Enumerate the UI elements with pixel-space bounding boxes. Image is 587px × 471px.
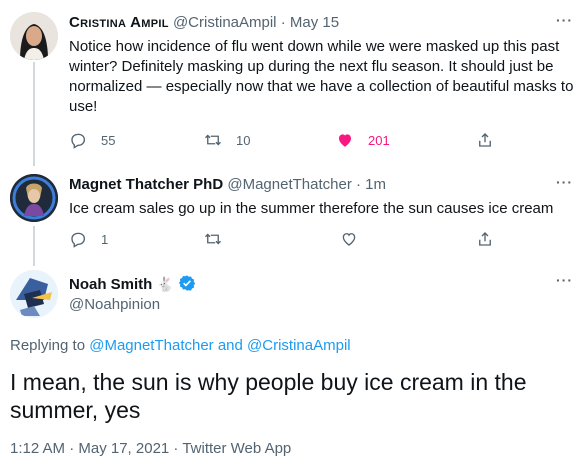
share-icon	[479, 232, 491, 246]
tweet-actions: 1	[69, 228, 509, 250]
retweet-icon	[205, 233, 221, 245]
main-tweet-text: I mean, the sun is why people buy ice cr…	[10, 369, 527, 423]
more-icon[interactable]: ···	[556, 174, 573, 190]
more-icon[interactable]: ···	[556, 12, 573, 28]
reply-button[interactable]: 55	[69, 129, 115, 151]
like-button[interactable]	[340, 228, 358, 250]
retweet-count: 10	[236, 132, 251, 148]
tweet-cristina[interactable]: Cristina Ampil @CristinaAmpil · May 15 ·…	[0, 0, 587, 166]
display-name[interactable]: Cristina Ampil	[69, 14, 169, 31]
reply-count: 55	[101, 132, 116, 148]
avatar[interactable]	[10, 174, 58, 222]
reply-icon	[71, 133, 86, 149]
replying-and: and	[217, 337, 243, 354]
avatar[interactable]	[10, 270, 58, 318]
tweet-text: Notice how incidence of flu went down wh…	[69, 38, 574, 115]
verified-icon	[178, 274, 196, 296]
like-count: 201	[368, 132, 390, 148]
like-button[interactable]: 201	[336, 129, 390, 151]
retweet-button[interactable]	[204, 228, 222, 250]
replying-to: Replying to @MagnetThatcher and @Cristin…	[10, 337, 351, 354]
retweet-button[interactable]: 10	[204, 129, 250, 151]
tweet-magnet[interactable]: Magnet Thatcher PhD @MagnetThatcher · 1m…	[0, 166, 587, 266]
reply-button[interactable]: 1	[69, 228, 108, 250]
user-handle[interactable]: @MagnetThatcher	[227, 176, 351, 193]
share-button[interactable]	[476, 228, 494, 250]
avatar[interactable]	[10, 12, 58, 60]
like-icon	[339, 134, 351, 147]
share-icon	[479, 133, 491, 147]
user-handle[interactable]: @CristinaAmpil	[173, 14, 277, 31]
replying-user-link[interactable]: @MagnetThatcher	[89, 337, 213, 354]
display-name[interactable]: Magnet Thatcher PhD	[69, 176, 223, 193]
reply-count: 1	[101, 231, 109, 247]
replying-prefix: Replying to	[10, 337, 86, 354]
tweet-time[interactable]: May 15	[290, 14, 339, 31]
rabbit-emoji: 🐇	[156, 276, 174, 292]
display-name[interactable]: Noah Smith	[69, 276, 152, 293]
share-button[interactable]	[476, 129, 494, 151]
user-handle[interactable]: @Noahpinion	[69, 296, 160, 313]
tweet-text: Ice cream sales go up in the summer ther…	[69, 200, 554, 217]
like-icon	[342, 233, 356, 246]
replying-user-link[interactable]: @CristinaAmpil	[247, 337, 351, 354]
tweet-time[interactable]: 1m	[365, 176, 386, 193]
separator: ·	[280, 14, 286, 31]
separator: ·	[355, 176, 361, 193]
tweet-timestamp[interactable]: 1:12 AM · May 17, 2021 · Twitter Web App	[10, 440, 291, 457]
retweet-icon	[205, 134, 221, 146]
tweet-actions: 55 10 201	[69, 129, 509, 151]
reply-icon	[71, 232, 86, 248]
more-icon[interactable]: ···	[556, 272, 573, 288]
